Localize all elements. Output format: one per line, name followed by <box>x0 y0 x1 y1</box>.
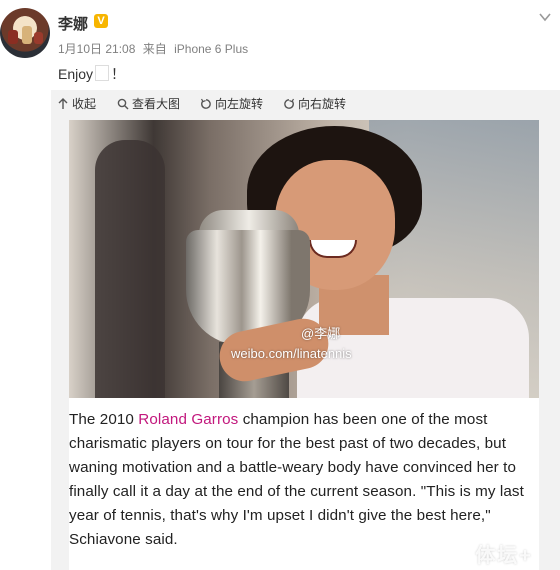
caption-before: The 2010 <box>69 411 139 428</box>
arrow-up-icon <box>58 97 68 109</box>
rotate-left-label: 向左旋转 <box>215 97 264 111</box>
watermark-url: weibo.com/linatennis <box>231 346 352 361</box>
rotate-right-label: 向右旋转 <box>298 97 347 111</box>
search-icon <box>117 98 129 109</box>
collapse-label: 收起 <box>72 97 97 111</box>
rotate-left-icon <box>200 98 211 109</box>
view-large-button[interactable]: 查看大图 <box>117 95 180 112</box>
caption-highlight: Roland Garros <box>138 411 239 428</box>
verified-badge-icon: V <box>94 14 108 28</box>
source-prefix: 来自 <box>142 42 167 56</box>
collapse-button[interactable]: 收起 <box>57 95 96 112</box>
media-toolbar: 收起 查看大图 向左旋转 向右旋转 <box>51 90 560 116</box>
post-image[interactable]: @李娜 weibo.com/linatennis The 2010 Roland… <box>69 120 539 570</box>
site-watermark: 体坛+ <box>475 545 533 567</box>
post-header: 李娜 V 1月10日 21:08 来自 iPhone 6 Plus Enjoy ！ <box>0 0 560 90</box>
avatar[interactable] <box>0 8 50 58</box>
image-caption-text: The 2010 Roland Garros champion has been… <box>69 408 539 552</box>
chevron-down-icon[interactable] <box>538 10 552 24</box>
watermark-logo: @李娜 <box>301 326 341 341</box>
view-large-label: 查看大图 <box>132 97 181 111</box>
author-name[interactable]: 李娜 <box>58 13 88 34</box>
post-date[interactable]: 1月10日 21:08 <box>58 42 135 56</box>
rotate-right-icon <box>284 98 295 109</box>
post-meta: 1月10日 21:08 来自 iPhone 6 Plus <box>58 40 252 57</box>
rotate-right-button[interactable]: 向右旋转 <box>283 95 346 112</box>
tennis-player-photo: @李娜 weibo.com/linatennis <box>69 120 539 398</box>
post-text-tail: ！ <box>111 66 126 82</box>
rotate-left-button[interactable]: 向左旋转 <box>200 95 263 112</box>
post-text: Enjoy ！ <box>58 64 125 84</box>
media-panel: 收起 查看大图 向左旋转 向右旋转 @李娜 weibo.com/linatenn… <box>51 90 560 570</box>
caption-after: champion has been one of the most charis… <box>69 411 524 548</box>
post-text-main: Enjoy <box>58 66 94 82</box>
emoji-icon <box>95 65 110 81</box>
source-device[interactable]: iPhone 6 Plus <box>174 42 248 56</box>
